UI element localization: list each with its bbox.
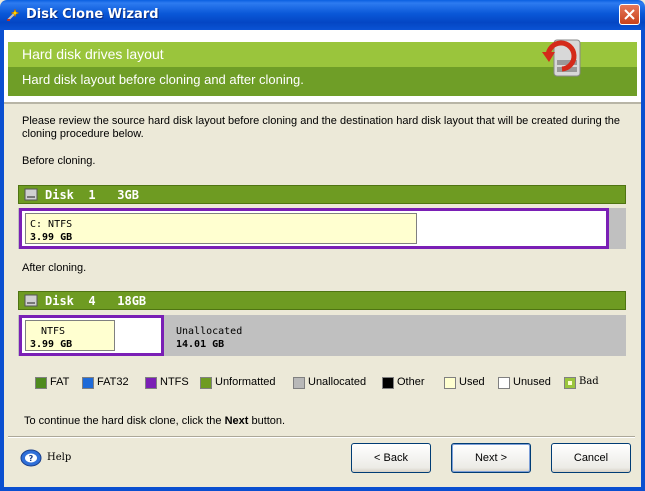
banner-divider bbox=[4, 102, 641, 104]
legend-swatch bbox=[35, 377, 47, 389]
disk-clone-logo-icon bbox=[542, 39, 581, 77]
unallocated-space[interactable]: Unallocated 14.01 GB bbox=[164, 315, 626, 356]
legend-swatch bbox=[564, 377, 576, 389]
destination-partition-ntfs[interactable]: NTFS 3.99 GB bbox=[19, 315, 164, 356]
destination-disk-label: Disk 4 18GB bbox=[45, 294, 147, 308]
hard-disk-icon bbox=[24, 188, 38, 201]
close-icon bbox=[624, 9, 635, 20]
source-disk-bar[interactable]: Disk 1 3GB bbox=[18, 185, 626, 204]
source-partition-size: 3.99 GB bbox=[30, 232, 73, 243]
hard-disk-icon bbox=[24, 294, 38, 307]
source-partition-c[interactable]: C: NTFS 3.99 GB bbox=[19, 208, 609, 249]
header-title: Hard disk drives layout bbox=[22, 46, 164, 62]
window-frame-right bbox=[641, 30, 645, 491]
footer-separator bbox=[8, 436, 635, 438]
help-icon: ? bbox=[20, 449, 42, 467]
after-cloning-label: After cloning. bbox=[22, 262, 87, 274]
legend-swatch bbox=[293, 377, 305, 389]
cancel-button[interactable]: Cancel bbox=[551, 443, 631, 473]
back-button[interactable]: < Back bbox=[351, 443, 431, 473]
title-bar[interactable]: Disk Clone Wizard bbox=[0, 0, 645, 30]
next-button[interactable]: Next > bbox=[451, 443, 531, 473]
destination-disk-layout: NTFS 3.99 GB Unallocated 14.01 GB bbox=[18, 315, 626, 356]
close-button[interactable] bbox=[619, 4, 640, 25]
intro-text: Please review the source hard disk layou… bbox=[22, 115, 621, 140]
header-subtitle: Hard disk layout before cloning and afte… bbox=[22, 72, 304, 87]
wizard-app-icon bbox=[7, 8, 20, 21]
legend-swatch bbox=[145, 377, 157, 389]
header-banner: Hard disk drives layout Hard disk layout… bbox=[4, 30, 641, 102]
source-partition-used bbox=[25, 213, 417, 244]
destination-partition-size: 3.99 GB bbox=[30, 339, 73, 350]
legend-swatch bbox=[200, 377, 212, 389]
legend-swatch bbox=[82, 377, 94, 389]
unallocated-name: Unallocated bbox=[176, 326, 243, 337]
destination-disk-bar[interactable]: Disk 4 18GB bbox=[18, 291, 626, 310]
unallocated-size: 14.01 GB bbox=[176, 339, 225, 350]
svg-text:?: ? bbox=[29, 454, 34, 463]
legend-swatch bbox=[498, 377, 510, 389]
destination-partition-name: NTFS bbox=[41, 326, 66, 337]
window-frame-bottom bbox=[0, 487, 645, 491]
before-cloning-label: Before cloning. bbox=[22, 155, 96, 167]
source-disk-layout: C: NTFS 3.99 GB bbox=[18, 208, 626, 249]
legend-swatch bbox=[382, 377, 394, 389]
source-disk-label: Disk 1 3GB bbox=[45, 188, 139, 202]
legend-swatch bbox=[444, 377, 456, 389]
source-partition-name: C: NTFS bbox=[30, 219, 73, 230]
help-label: Help bbox=[47, 452, 72, 463]
window-title: Disk Clone Wizard bbox=[26, 7, 159, 22]
continue-instruction: To continue the hard disk clone, click t… bbox=[24, 415, 286, 427]
